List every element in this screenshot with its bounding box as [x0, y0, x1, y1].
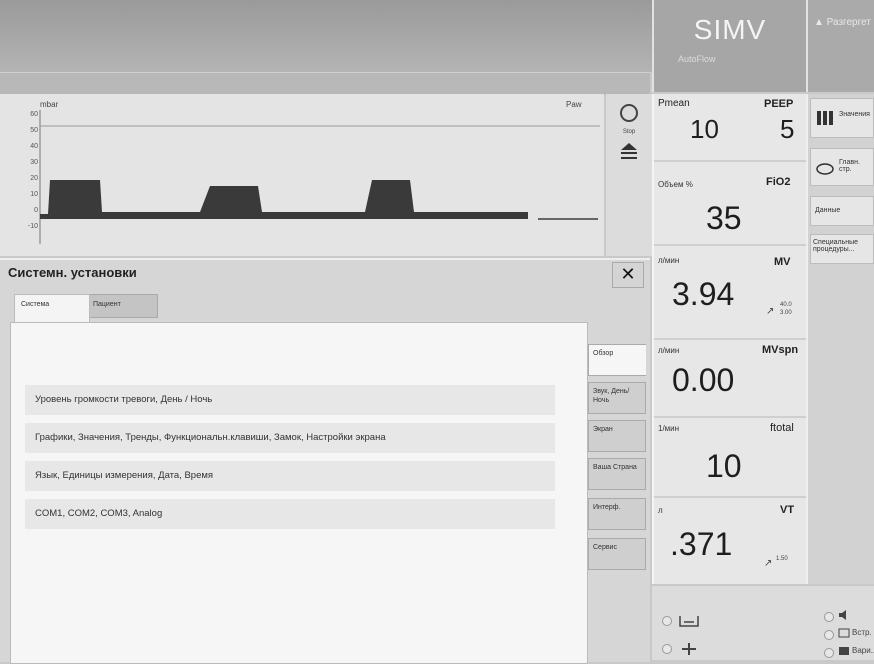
device-icon [839, 647, 849, 655]
waveform-tools: Stop [606, 94, 652, 256]
limit-arrow-icon: ↗ [764, 558, 773, 569]
bottom-strip: Встр. Вари... [652, 586, 874, 660]
waveform-tick: 30 [30, 159, 38, 166]
tab-system[interactable]: Система [14, 294, 90, 322]
freeze-button[interactable]: Stop [618, 102, 640, 136]
waveform-label: Paw [566, 100, 582, 109]
vtab-interface[interactable]: Интерф. [588, 498, 646, 530]
status-dot [824, 630, 834, 640]
mvspn-sublabel: л/мин [658, 346, 680, 355]
mv-high-limit: 40.0 [780, 302, 792, 308]
mv-value: 3.94 [672, 276, 735, 312]
dialog-title: Системн. установки [8, 265, 137, 280]
fio2-value: 35 [706, 200, 742, 236]
mv-label: MV [774, 256, 791, 268]
bottom-item-1[interactable]: Встр. [852, 628, 872, 637]
waveform-unit: mbar [40, 100, 59, 109]
data-button[interactable]: Данные [810, 196, 874, 226]
limit-arrow-icon: ↗ [766, 306, 775, 317]
waveform-tick: 60 [30, 111, 38, 118]
waveform-tick: 10 [30, 191, 38, 198]
vtab-service[interactable]: Сервис [588, 538, 646, 570]
ftotal-value: 10 [706, 448, 742, 484]
main-screen-icon [816, 163, 834, 175]
side-menu: Значения Главн. стр. Данные Специальные … [806, 94, 874, 584]
header-subbar [0, 72, 650, 95]
ftotal-sublabel: 1/мин [658, 424, 680, 433]
vtab-overview[interactable]: Обзор [588, 344, 646, 376]
pressure-waveform-panel: mbar Paw 60 50 40 30 20 10 0 -10 [0, 94, 604, 256]
mode-subtitle: AutoFlow [678, 54, 716, 64]
mv-low-limit: 3.00 [780, 310, 792, 316]
status-dot [824, 612, 834, 622]
mvspn-value: 0.00 [672, 362, 735, 398]
pmean-value: 10 [690, 114, 719, 144]
alarm-text: ▲ Разгергет [814, 17, 871, 28]
device-icon [838, 628, 850, 638]
patient-icon[interactable] [678, 612, 700, 628]
waveform-tick: 20 [30, 175, 38, 182]
mode-title: SIMV [693, 14, 767, 45]
vt-limit: 1.50 [776, 556, 788, 562]
vtab-screen[interactable]: Экран [588, 420, 646, 452]
settings-row-screen[interactable]: Графики, Значения, Тренды, Функциональн.… [25, 423, 555, 453]
pmean-label: Pmean [658, 98, 690, 109]
freeze-icon [620, 104, 638, 122]
values-button[interactable]: Значения [810, 98, 874, 138]
mvspn-label: MVspn [762, 344, 799, 356]
values-icon [817, 111, 833, 125]
pmean-peep-cell[interactable]: Pmean 10 PEEP 5 [654, 94, 806, 162]
peep-label: PEEP [764, 98, 794, 110]
fio2-sublabel: Объем % [658, 180, 693, 189]
status-dot [662, 644, 672, 654]
close-icon: ✕ [620, 264, 636, 284]
settings-row-alarm-volume[interactable]: Уровень громкости тревоги, День / Ночь [25, 385, 555, 415]
special-procedures-button[interactable]: Специальные процедуры... [810, 234, 874, 264]
dialog-content: Уровень громкости тревоги, День / Ночь Г… [10, 322, 588, 664]
mv-sublabel: л/мин [658, 256, 680, 265]
system-settings-dialog: Системн. установки ✕ Пациент Система Уро… [0, 258, 650, 664]
waveform-tick: -10 [27, 223, 38, 230]
settings-row-language[interactable]: Язык, Единицы измерения, Дата, Время [25, 461, 555, 491]
peep-value: 5 [780, 114, 795, 144]
mvspn-cell[interactable]: л/мин MVspn 0.00 [654, 340, 806, 418]
ventilation-mode-box[interactable]: SIMV AutoFlow [652, 0, 806, 92]
bottom-item-2[interactable]: Вари... [852, 646, 874, 655]
vt-value: .371 [670, 526, 733, 562]
vt-sublabel: л [658, 506, 663, 515]
waveform-tick: 50 [30, 127, 38, 134]
status-dot [824, 648, 834, 658]
ftotal-cell[interactable]: 1/мин ftotal 10 [654, 418, 806, 498]
settings-icon[interactable] [678, 642, 700, 656]
main-screen-label: Главн. стр. [839, 159, 860, 173]
curve-select-button[interactable] [618, 140, 640, 164]
mv-cell[interactable]: л/мин MV 3.94 ↗ 40.0 3.00 [654, 246, 806, 340]
ftotal-label: ftotal [770, 422, 794, 434]
vt-label: VT [780, 504, 795, 516]
fio2-cell[interactable]: Объем % FiO2 35 [654, 162, 806, 246]
curve-select-icon [621, 143, 637, 159]
close-button[interactable]: ✕ [612, 262, 644, 288]
tab-patient[interactable]: Пациент [86, 294, 158, 318]
pressure-waveform-chart [39, 110, 600, 244]
vt-cell[interactable]: л VT .371 ↗ 1.50 [654, 498, 806, 582]
pressure-waveform-trace [40, 180, 528, 219]
waveform-tick: 40 [30, 143, 38, 150]
values-label: Значения [839, 111, 870, 118]
alarm-area[interactable]: ▲ Разгергет [806, 0, 874, 92]
fio2-label: FiO2 [766, 176, 791, 188]
status-dot [662, 616, 672, 626]
measurement-column: Pmean 10 PEEP 5 Объем % FiO2 35 л/мин MV… [652, 94, 806, 584]
special-procedures-label: Специальные процедуры... [813, 239, 859, 253]
data-label: Данные [815, 207, 841, 214]
vtab-country[interactable]: Ваша Страна [588, 458, 646, 490]
settings-row-interfaces[interactable]: COM1, COM2, COM3, Analog [25, 499, 555, 529]
speaker-icon[interactable] [838, 610, 850, 620]
vtab-sound[interactable]: Звук, День/Ночь [588, 382, 646, 414]
main-screen-button[interactable]: Главн. стр. [810, 148, 874, 186]
freeze-label: Stop [622, 129, 636, 135]
waveform-tick: 0 [34, 207, 38, 214]
